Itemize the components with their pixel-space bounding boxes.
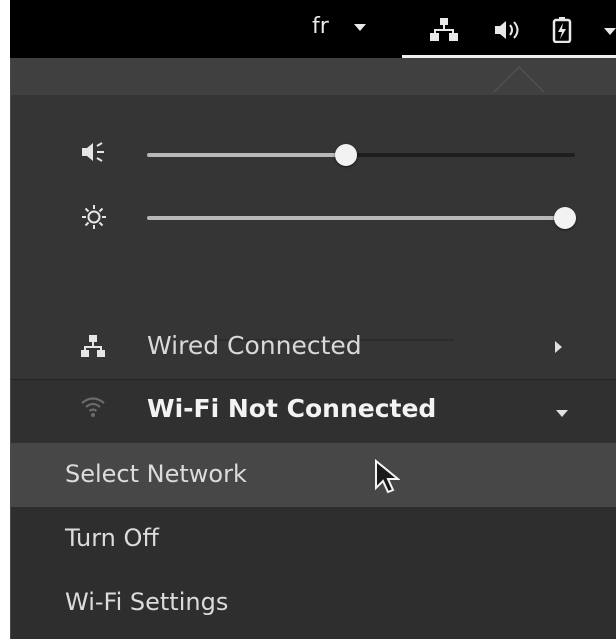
volume-icon[interactable]	[493, 19, 523, 41]
system-menu-popup: Wired Connected Wi-Fi Not Connected Sele…	[10, 58, 616, 639]
chevron-down-icon	[556, 410, 568, 417]
network-wired-icon[interactable]	[430, 17, 458, 41]
language-chevron-down-icon[interactable]	[354, 24, 366, 31]
battery-charging-icon[interactable]	[552, 17, 572, 43]
top-bar: fr	[10, 0, 616, 58]
brightness-icon	[82, 205, 106, 229]
volume-slider-fill	[147, 153, 346, 157]
wifi-connection-item[interactable]: Wi-Fi Not Connected	[11, 379, 616, 444]
language-indicator[interactable]: fr	[312, 14, 329, 39]
wifi-settings-item[interactable]: Wi-Fi Settings	[11, 571, 616, 635]
chevron-right-icon	[555, 341, 562, 353]
wifi-connection-label: Wi-Fi Not Connected	[147, 394, 437, 423]
volume-slider[interactable]	[147, 144, 575, 166]
brightness-slider-handle[interactable]	[554, 207, 576, 229]
wired-connection-label: Wired Connected	[147, 331, 362, 360]
mouse-cursor-icon	[375, 459, 400, 494]
system-menu-chevron-down-icon[interactable]	[604, 28, 616, 35]
wifi-icon	[81, 397, 105, 417]
popup-pointer-arrow-inner	[495, 68, 543, 92]
audio-volume-low-icon	[82, 142, 104, 162]
turn-off-label: Turn Off	[65, 524, 159, 552]
turn-off-item[interactable]: Turn Off	[11, 507, 616, 571]
wifi-settings-label: Wi-Fi Settings	[65, 588, 229, 616]
wifi-submenu: Select Network Turn Off Wi-Fi Settings	[11, 443, 616, 639]
wired-connection-item[interactable]: Wired Connected	[11, 316, 616, 378]
select-network-label: Select Network	[65, 460, 247, 488]
brightness-slider-fill	[147, 216, 565, 220]
select-network-item[interactable]: Select Network	[11, 443, 616, 507]
network-wired-icon	[81, 335, 105, 357]
volume-slider-handle[interactable]	[335, 144, 357, 166]
brightness-slider[interactable]	[147, 207, 576, 229]
